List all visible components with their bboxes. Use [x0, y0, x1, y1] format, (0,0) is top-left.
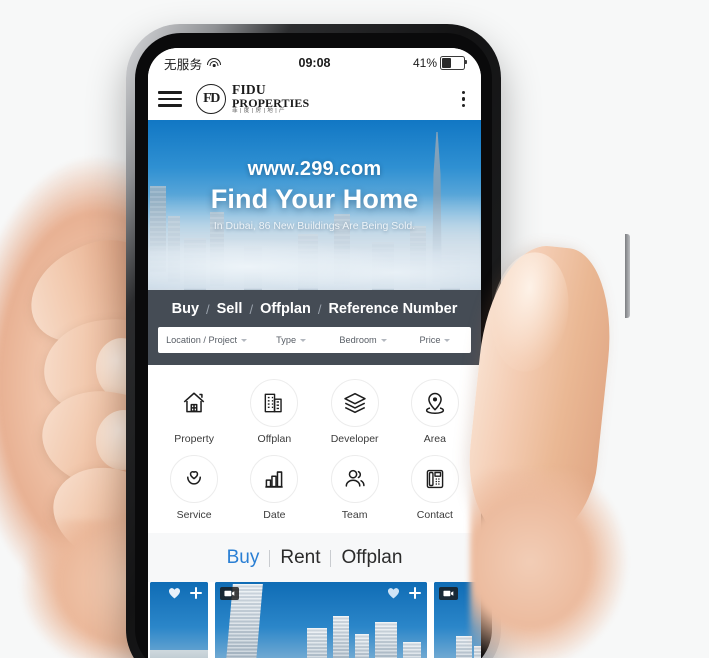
listing-tab-divider: [269, 549, 271, 567]
hero-text-block: www.299.com Find Your Home In Dubai, 86 …: [148, 158, 481, 232]
category-developer-label: Developer: [330, 433, 379, 445]
category-area[interactable]: Area: [395, 379, 475, 445]
category-property-label: Property: [174, 433, 214, 445]
category-property[interactable]: Property: [154, 379, 234, 445]
category-grid: Property Offplan Developer Area Service …: [148, 365, 481, 533]
hamburger-menu-icon[interactable]: [158, 91, 182, 107]
filter-bedroom-label: Bedroom: [339, 335, 377, 345]
house-icon: [170, 379, 219, 427]
listing-card[interactable]: [150, 582, 208, 658]
listing-tab-divider: [330, 549, 332, 567]
telephone-icon: [410, 455, 459, 503]
card-media-badge: [220, 587, 239, 600]
card-foreground: [150, 650, 208, 658]
tab-separator: /: [249, 301, 254, 317]
filter-location-project-label: Location / Project: [166, 335, 238, 345]
search-nav: Buy / Sell / Offplan / Reference Number …: [148, 290, 481, 365]
heart-in-hands-icon: [170, 455, 219, 503]
plus-icon[interactable]: [190, 587, 202, 599]
phone-screen: 无服务 09:08 41% FD FIDU PROPERTIES 菲 | 度 |…: [148, 48, 481, 658]
status-right: 41%: [412, 55, 468, 71]
filter-type-label: Type: [276, 335, 297, 345]
tab-sell[interactable]: Sell: [217, 301, 243, 317]
listing-card-row: [148, 582, 481, 658]
hero-headline: Find Your Home: [210, 184, 419, 214]
listing-tab-offplan[interactable]: Offplan: [341, 547, 402, 569]
logo-mark-icon: FD: [196, 83, 226, 114]
logo-line-3: 菲 | 度 | 房 | 地 | 产: [232, 108, 286, 115]
card-building: [375, 622, 397, 658]
layers-icon: [330, 379, 379, 427]
card-actions: [387, 587, 421, 599]
listing-card[interactable]: [215, 582, 427, 658]
logo-line-1: FIDU: [232, 81, 266, 97]
category-service[interactable]: Service: [154, 455, 234, 521]
chevron-down-icon: [241, 338, 248, 342]
logo-text: FIDU PROPERTIES 菲 | 度 | 房 | 地 | 产: [232, 83, 309, 115]
tab-separator: /: [206, 301, 210, 317]
filter-bar: Location / Project Type Bedroom Price: [158, 327, 471, 353]
buildings-icon: [250, 379, 299, 427]
chevron-down-icon: [380, 338, 387, 342]
tab-buy[interactable]: Buy: [172, 301, 199, 317]
filter-bedroom[interactable]: Bedroom: [327, 335, 399, 345]
bar-chart-icon: [250, 455, 299, 503]
listing-tab-buy[interactable]: Buy: [227, 547, 260, 569]
search-tabs: Buy / Sell / Offplan / Reference Number: [148, 298, 481, 327]
filter-price[interactable]: Price: [399, 335, 471, 345]
video-camera-icon: [443, 590, 454, 597]
category-team-label: Team: [341, 509, 368, 521]
category-area-label: Area: [423, 433, 446, 445]
category-team[interactable]: Team: [315, 455, 395, 521]
filter-price-label: Price: [419, 335, 441, 345]
fog-overlay-lower: [148, 232, 481, 290]
app-header: FD FIDU PROPERTIES 菲 | 度 | 房 | 地 | 产: [148, 78, 481, 120]
category-offplan-label: Offplan: [257, 433, 292, 445]
hero-subtitle: In Dubai, 86 New Buildings Are Being Sol…: [213, 220, 416, 232]
status-left: 无服务: [164, 54, 221, 73]
kebab-menu-icon[interactable]: [458, 87, 469, 111]
chevron-down-icon: [444, 338, 451, 342]
category-contact-label: Contact: [416, 509, 453, 521]
battery-icon: [440, 55, 468, 71]
power-button[interactable]: [625, 234, 630, 318]
map-pin-icon: [410, 379, 459, 427]
filter-type[interactable]: Type: [255, 335, 327, 345]
hero-url: www.299.com: [247, 158, 382, 180]
category-service-label: Service: [176, 509, 212, 521]
listing-tabs: Buy Rent Offplan: [148, 533, 481, 582]
card-actions: [168, 587, 202, 599]
category-offplan[interactable]: Offplan: [234, 379, 314, 445]
tab-offplan[interactable]: Offplan: [260, 301, 311, 317]
brand-logo[interactable]: FD FIDU PROPERTIES 菲 | 度 | 房 | 地 | 产: [196, 83, 309, 115]
battery-percent-label: 41%: [412, 56, 437, 70]
filter-location-project[interactable]: Location / Project: [158, 335, 255, 345]
card-building: [307, 628, 327, 658]
hero-banner: www.299.com Find Your Home In Dubai, 86 …: [148, 120, 481, 290]
status-bar: 无服务 09:08 41%: [148, 48, 481, 78]
plus-icon[interactable]: [409, 587, 421, 599]
listing-tab-rent[interactable]: Rent: [280, 547, 320, 569]
category-date-label: Date: [263, 509, 286, 521]
heart-icon[interactable]: [168, 587, 181, 599]
tab-separator: /: [317, 301, 322, 317]
card-building: [355, 634, 369, 658]
category-contact[interactable]: Contact: [395, 455, 475, 521]
card-building: [403, 642, 421, 658]
phone-device: 无服务 09:08 41% FD FIDU PROPERTIES 菲 | 度 |…: [126, 24, 630, 658]
carrier-label: 无服务: [164, 57, 203, 72]
wifi-icon: [206, 58, 221, 68]
heart-icon[interactable]: [387, 587, 400, 599]
chevron-down-icon: [300, 338, 307, 342]
category-date[interactable]: Date: [234, 455, 314, 521]
card-media-badge: [439, 587, 458, 600]
tab-reference-number[interactable]: Reference Number: [328, 301, 457, 317]
people-icon: [330, 455, 379, 503]
card-building: [333, 616, 349, 658]
screenshot-stage: 无服务 09:08 41% FD FIDU PROPERTIES 菲 | 度 |…: [0, 0, 709, 658]
thumb-lower: [470, 470, 670, 658]
category-developer[interactable]: Developer: [315, 379, 395, 445]
video-camera-icon: [224, 590, 235, 597]
